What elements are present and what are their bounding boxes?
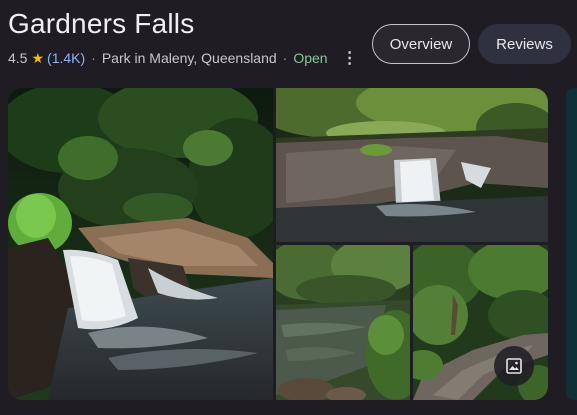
waterfall-photo-image	[8, 88, 273, 400]
open-status: Open	[293, 50, 328, 66]
cascade-photo[interactable]	[276, 88, 548, 242]
review-count-link[interactable]: (1.4K)	[47, 50, 85, 66]
cascade-photo-image	[276, 88, 548, 242]
image-icon	[506, 358, 522, 374]
place-meta-row: 4.5 ★ (1.4K) · Park in Maleny, Queenslan…	[8, 48, 358, 68]
tab-overview[interactable]: Overview	[372, 24, 470, 64]
more-vert-icon[interactable]: ⋮	[342, 48, 358, 68]
star-icon: ★	[31, 49, 45, 66]
next-card-peek[interactable]	[566, 88, 577, 400]
view-photos-button[interactable]	[494, 346, 534, 386]
tab-reviews[interactable]: Reviews	[478, 24, 571, 64]
river-photo-image	[276, 245, 410, 400]
place-category: Park in Maleny, Queensland	[101, 50, 277, 66]
place-title: Gardners Falls	[8, 8, 195, 39]
river-photo[interactable]	[276, 245, 410, 400]
separator-dot: ·	[282, 50, 288, 66]
main-photo[interactable]	[8, 88, 273, 400]
place-panel: Gardners Falls 4.5 ★ (1.4K) · Park in Ma…	[0, 0, 577, 415]
photo-gallery	[8, 88, 548, 400]
separator-dot: ·	[91, 50, 96, 66]
rating-value: 4.5	[8, 50, 28, 66]
